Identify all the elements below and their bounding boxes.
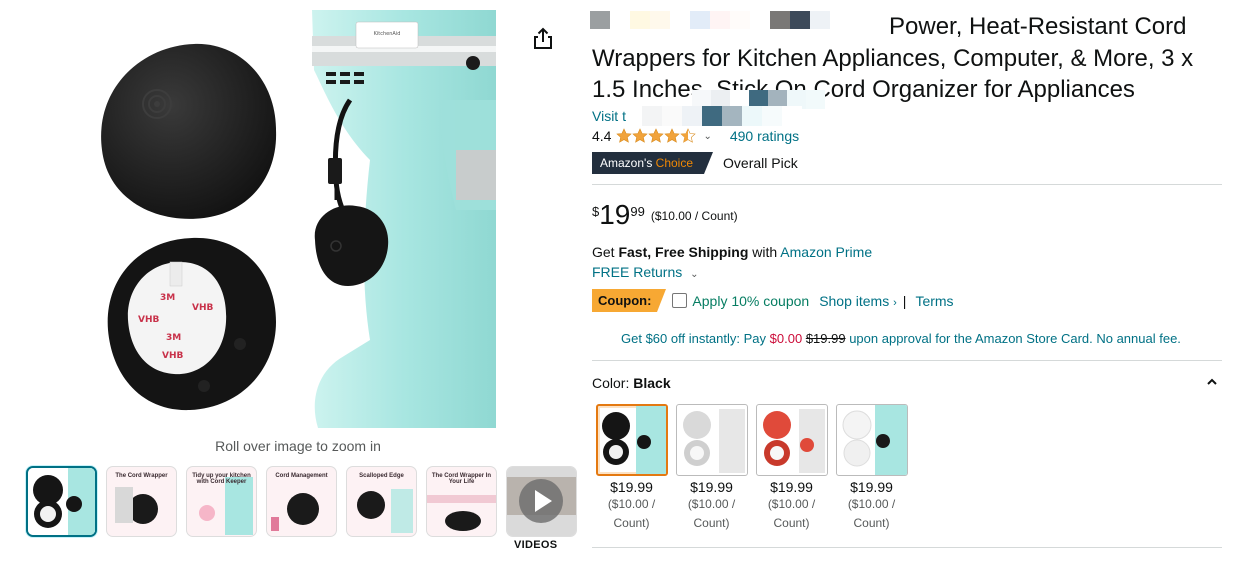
swatch-image <box>596 404 668 476</box>
swatch-unit-line1: ($10.00 / <box>607 497 656 511</box>
card-offer-prefix: Get $60 off instantly: Pay <box>621 331 767 346</box>
adhesive-print-3: 3M <box>166 333 181 343</box>
color-value: Black <box>633 375 671 391</box>
thumbnail-caption: Cord Management <box>275 473 328 479</box>
terms-link[interactable]: Terms <box>915 293 953 309</box>
shop-items-link[interactable]: Shop items › <box>819 293 897 309</box>
thumbnail-5[interactable]: Scalloped Edge <box>346 466 417 537</box>
card-offer-original: $19.99 <box>805 331 846 346</box>
star-full-icon <box>648 128 665 143</box>
visit-store-link[interactable]: Visit t <box>592 108 626 124</box>
thumbnail-caption: Tidy up your kitchen with Cord Keeper <box>192 473 251 486</box>
zoom-hint: Roll over image to zoom in <box>215 438 381 454</box>
apply-coupon-label[interactable]: Apply 10% coupon <box>692 293 809 309</box>
free-returns-label: FREE Returns <box>592 264 683 280</box>
star-rating[interactable] <box>616 128 697 144</box>
swatch-image <box>676 404 748 476</box>
swatch-image <box>756 404 828 476</box>
amazon-prime-link[interactable]: Amazon Prime <box>780 244 872 260</box>
chevron-down-icon[interactable]: ⌄ <box>703 131 711 142</box>
thumbnail-caption: The Cord Wrapper <box>115 473 168 479</box>
badge-choice: Choice <box>655 156 694 170</box>
chevron-down-icon: ⌄ <box>690 269 699 280</box>
thumbnail-strip: The Cord Wrapper Tidy up your kitchen wi… <box>26 466 577 537</box>
chevron-up-icon[interactable] <box>1206 376 1218 390</box>
divider <box>592 547 1222 548</box>
thumbnail-4[interactable]: Cord Management <box>266 466 337 537</box>
swatch-unit-line2: Count) <box>773 516 810 530</box>
badge-prefix: Amazon's <box>600 156 653 170</box>
product-title: Power, Heat-Resistant Cord Wrappers for … <box>592 11 1214 106</box>
thumbnail-caption: The Cord Wrapper In Your Life <box>431 473 492 486</box>
shop-items-label: Shop items <box>819 292 890 309</box>
adhesive-print-4: VHB <box>162 351 183 361</box>
thumbnail-6[interactable]: The Cord Wrapper In Your Life <box>426 466 497 537</box>
apply-coupon-checkbox[interactable] <box>672 293 688 308</box>
coupon-row: Coupon: Apply 10% coupon Shop items › | … <box>592 289 954 312</box>
product-title-rest: Wrappers for Kitchen Appliances, Compute… <box>592 44 1194 104</box>
color-swatches: $19.99 ($10.00 / Count) $19.99 ($10.00 /… <box>596 404 908 533</box>
color-swatch-red[interactable]: $19.99 ($10.00 / Count) <box>756 404 828 533</box>
color-swatch-black[interactable]: $19.99 ($10.00 / Count) <box>596 404 668 533</box>
adhesive-print-2: VHB <box>138 315 159 325</box>
thumbnail-caption: Scalloped Edge <box>359 473 404 479</box>
thumbnail-1[interactable] <box>26 466 97 537</box>
svg-text:KitchenAid: KitchenAid <box>374 31 401 37</box>
swatch-unit-line2: Count) <box>693 516 730 530</box>
shipping-with: with <box>752 244 778 260</box>
divider <box>592 184 1222 185</box>
star-full-icon <box>616 128 633 143</box>
swatch-unit-line2: Count) <box>853 516 890 530</box>
rating-value: 4.4 <box>592 128 612 144</box>
swatch-price: $19.99 <box>610 479 653 495</box>
swatch-unit-line1: ($10.00 / <box>767 497 816 511</box>
redacted-store-name <box>642 106 802 126</box>
overall-pick-label: Overall Pick <box>723 155 798 171</box>
free-returns-link[interactable]: FREE Returns ⌄ <box>592 264 699 280</box>
product-title-line1: Power, Heat-Resistant Cord <box>889 13 1187 40</box>
price-symbol: $ <box>592 204 600 219</box>
shipping-line: Get Fast, Free Shipping with Amazon Prim… <box>592 244 872 260</box>
price-fraction: 99 <box>630 204 645 219</box>
card-offer-suffix: upon approval for the Amazon Store Card.… <box>849 331 1181 346</box>
shipping-fast-free: Fast, Free Shipping <box>618 244 749 260</box>
color-swatch-white-2[interactable]: $19.99 ($10.00 / Count) <box>836 404 908 533</box>
ratings-count-link[interactable]: 490 ratings <box>730 128 799 144</box>
star-full-icon <box>664 128 681 143</box>
amazons-choice-badge[interactable]: Amazon's Choice <box>592 152 714 174</box>
adhesive-print-1: VHB <box>192 303 213 313</box>
coupon-divider: | <box>902 292 907 309</box>
share-icon[interactable] <box>530 26 556 52</box>
price-per-unit: ($10.00 / Count) <box>650 209 738 223</box>
color-label: Color: <box>592 375 630 391</box>
badge-row: Amazon's Choice Overall Pick <box>592 152 798 174</box>
shipping-get: Get <box>592 244 615 260</box>
color-swatch-white[interactable]: $19.99 ($10.00 / Count) <box>676 404 748 533</box>
swatch-unit-line1: ($10.00 / <box>847 497 896 511</box>
swatch-unit-line1: ($10.00 / <box>687 497 736 511</box>
store-card-offer[interactable]: Get $60 off instantly: Pay $0.00 $19.99 … <box>621 331 1181 346</box>
thumbnail-video[interactable] <box>506 466 577 537</box>
coupon-badge: Coupon: <box>592 289 667 312</box>
divider <box>592 360 1222 361</box>
price-block: $ 19 99 ($10.00 / Count) <box>592 200 738 230</box>
adhesive-print-0: 3M <box>160 293 175 303</box>
chevron-right-icon: › <box>893 296 897 309</box>
main-product-image[interactable]: KitchenAid 3M VHB VHB 3M VHB <box>100 10 496 428</box>
rating-row: 4.4 ⌄ 490 ratings <box>592 128 799 144</box>
star-full-icon <box>632 128 649 143</box>
thumbnail-3[interactable]: Tidy up your kitchen with Cord Keeper <box>186 466 257 537</box>
price-whole: 19 <box>599 199 631 230</box>
swatch-price: $19.99 <box>770 479 813 495</box>
swatch-price: $19.99 <box>850 479 893 495</box>
star-half-icon <box>680 128 697 143</box>
swatch-price: $19.99 <box>690 479 733 495</box>
videos-label: VIDEOS <box>514 539 558 551</box>
color-selector-label: Color: Black <box>592 375 671 391</box>
swatch-unit-line2: Count) <box>613 516 650 530</box>
swatch-image <box>836 404 908 476</box>
card-offer-pay: $0.00 <box>769 331 803 346</box>
thumbnail-2[interactable]: The Cord Wrapper <box>106 466 177 537</box>
